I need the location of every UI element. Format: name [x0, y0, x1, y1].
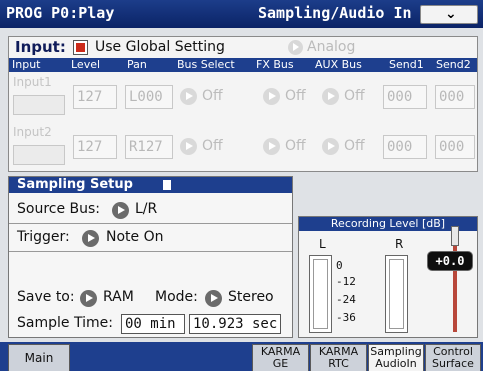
- save-to-arrow-icon[interactable]: [80, 290, 97, 307]
- sample-time-min-field[interactable]: 00 min: [121, 314, 185, 334]
- tab-label: AudioIn: [375, 357, 417, 370]
- tab-label: GE: [272, 357, 289, 370]
- send1-field[interactable]: 000: [383, 135, 427, 159]
- input-row-name: Input2: [13, 125, 52, 139]
- analog-arrow-icon[interactable]: [288, 40, 303, 55]
- input-column-header: Input Level Pan Bus Select FX Bus AUX Bu…: [9, 58, 477, 72]
- source-bus-label: Source Bus:: [17, 201, 101, 217]
- sample-time-sec-field[interactable]: 10.923 sec: [189, 314, 281, 334]
- tab-label: RTC: [328, 357, 349, 370]
- col-aux-bus: AUX Bus: [315, 58, 362, 71]
- program-sampling-screen: PROG P0:Play Sampling/Audio In ⌄ Input: …: [0, 0, 483, 371]
- input-row-name: Input1: [13, 75, 52, 89]
- input-row: Input2 127 R127 Off Off Off 000 000: [9, 123, 477, 171]
- send1-field[interactable]: 000: [383, 85, 427, 109]
- scale-tick: 0: [336, 259, 343, 272]
- tab-control-surface[interactable]: Control Surface: [425, 344, 481, 371]
- recording-gain-slider[interactable]: [453, 232, 457, 332]
- aux-bus-arrow-icon[interactable]: [322, 88, 339, 105]
- fx-bus-value: Off: [285, 138, 306, 154]
- fx-bus-arrow-icon[interactable]: [263, 88, 280, 105]
- header-end-mark: [163, 180, 171, 190]
- fx-bus-value: Off: [285, 88, 306, 104]
- left-level-meter: [309, 255, 332, 333]
- sampling-setup-title: Sampling Setup: [17, 177, 133, 192]
- trigger-label: Trigger:: [17, 229, 70, 245]
- col-level: Level: [71, 58, 101, 71]
- left-channel-label: L: [319, 237, 326, 251]
- send2-field[interactable]: 000: [435, 85, 475, 109]
- aux-bus-arrow-icon[interactable]: [322, 138, 339, 155]
- mode-label: Mode:: [155, 289, 198, 305]
- aux-bus-value: Off: [344, 138, 365, 154]
- divider: [9, 251, 292, 252]
- program-title: PROG P0:Play: [6, 4, 115, 22]
- title-bar: PROG P0:Play Sampling/Audio In ⌄: [0, 0, 483, 28]
- aux-bus-value: Off: [344, 88, 365, 104]
- level-scale: 0 -12 -24 -36: [336, 255, 372, 333]
- col-input: Input: [12, 58, 41, 71]
- divider: [9, 223, 292, 224]
- use-global-checkbox[interactable]: [73, 40, 88, 55]
- tab-sampling-audioin[interactable]: Sampling AudioIn: [368, 344, 424, 371]
- input-row: Input1 127 L000 Off Off Off 000 000: [9, 73, 477, 121]
- scale-tick: -36: [336, 311, 356, 324]
- send2-field[interactable]: 000: [435, 135, 475, 159]
- pan-field[interactable]: L000: [125, 85, 173, 109]
- col-bus-select: Bus Select: [177, 58, 235, 71]
- col-pan: Pan: [127, 58, 147, 71]
- col-send1: Send1: [389, 58, 424, 71]
- chevron-down-icon: ⌄: [445, 6, 457, 22]
- input-row-indicator: [13, 145, 65, 165]
- col-send2: Send2: [436, 58, 471, 71]
- trigger-value[interactable]: Note On: [106, 229, 163, 245]
- source-bus-value[interactable]: L/R: [135, 201, 157, 217]
- page-title: Sampling/Audio In: [258, 4, 412, 22]
- scale-tick: -24: [336, 293, 356, 306]
- sampling-setup-panel: Sampling Setup Source Bus: L/R Trigger: …: [8, 176, 293, 338]
- sample-time-label: Sample Time:: [17, 315, 113, 331]
- page-menu-button[interactable]: ⌄: [420, 5, 478, 24]
- checkbox-checked-mark: [76, 43, 85, 52]
- sampling-setup-header: Sampling Setup: [9, 177, 292, 193]
- right-level-meter: [385, 255, 408, 333]
- save-to-label: Save to:: [17, 289, 75, 305]
- tab-karma-ge[interactable]: KARMA GE: [252, 344, 309, 371]
- tab-karma-rtc[interactable]: KARMA RTC: [310, 344, 367, 371]
- bus-select-value: Off: [202, 88, 223, 104]
- scale-tick: -12: [336, 275, 356, 288]
- use-global-label: Use Global Setting: [95, 39, 225, 55]
- level-field[interactable]: 127: [73, 135, 117, 159]
- pan-field[interactable]: R127: [125, 135, 173, 159]
- mode-value[interactable]: Stereo: [228, 289, 274, 305]
- tab-main[interactable]: Main: [8, 344, 70, 371]
- level-field[interactable]: 127: [73, 85, 117, 109]
- recording-gain-value[interactable]: +0.0: [427, 251, 473, 271]
- bus-select-arrow-icon[interactable]: [180, 138, 197, 155]
- col-fx-bus: FX Bus: [256, 58, 294, 71]
- tab-label: Main: [24, 351, 54, 365]
- recording-gain-knob[interactable]: [451, 226, 459, 246]
- bus-select-arrow-icon[interactable]: [180, 88, 197, 105]
- input-row-indicator: [13, 95, 65, 115]
- save-to-value[interactable]: RAM: [103, 289, 134, 305]
- right-channel-label: R: [395, 237, 404, 251]
- trigger-arrow-icon[interactable]: [82, 230, 99, 247]
- bus-select-value: Off: [202, 138, 223, 154]
- analog-label: Analog: [307, 39, 356, 55]
- input-header-row: Input: Use Global Setting Analog: [9, 37, 477, 58]
- input-label: Input:: [15, 38, 66, 56]
- fx-bus-arrow-icon[interactable]: [263, 138, 280, 155]
- mode-arrow-icon[interactable]: [205, 290, 222, 307]
- source-bus-arrow-icon[interactable]: [112, 202, 129, 219]
- input-panel: Input: Use Global Setting Analog Input L…: [8, 36, 478, 172]
- tab-label: Surface: [432, 357, 474, 370]
